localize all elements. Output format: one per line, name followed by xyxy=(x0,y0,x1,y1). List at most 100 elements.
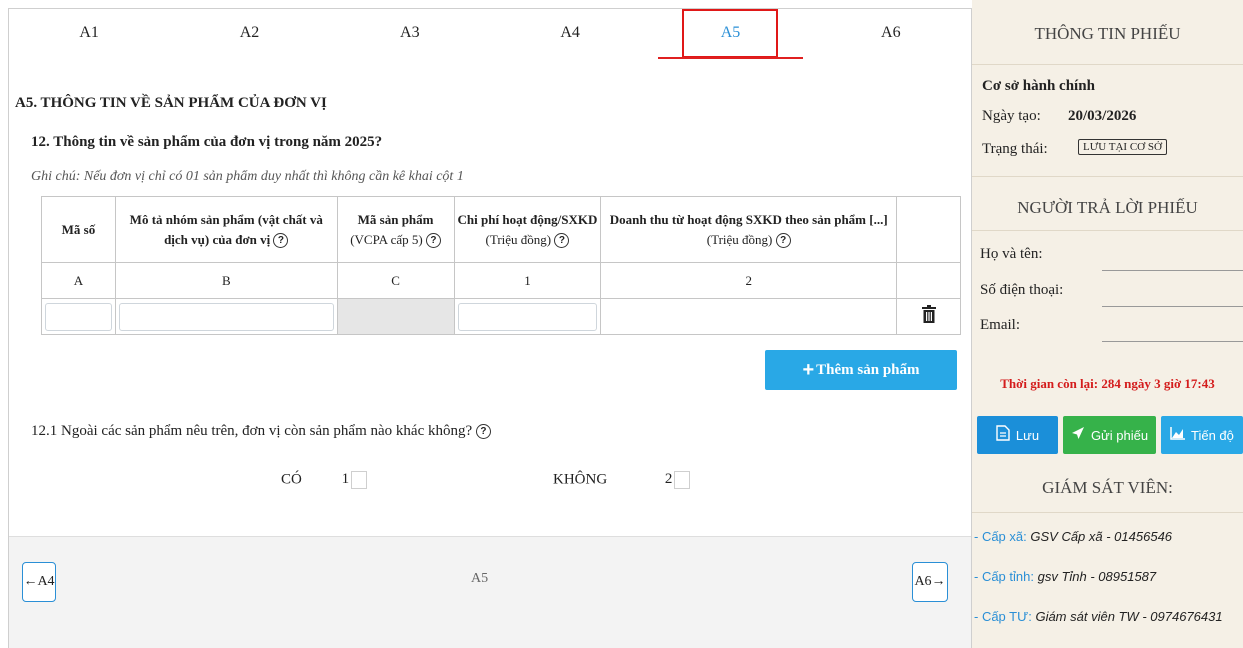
tab-a6[interactable]: A6 xyxy=(811,9,971,59)
sidebar: THÔNG TIN PHIẾU Cơ sở hành chính Ngày tạ… xyxy=(972,0,1243,648)
header-ma-so: Mã số xyxy=(41,196,116,263)
divider xyxy=(972,64,1243,65)
tab-label: A4 xyxy=(560,24,580,41)
sidebar-title: THÔNG TIN PHIẾU xyxy=(1034,24,1181,43)
unit-type: Cơ sở hành chính xyxy=(982,78,1095,94)
ma-san-pham-cell xyxy=(336,298,455,335)
section-title: A5. THÔNG TIN VỀ SẢN PHẨM CỦA ĐƠN VỊ xyxy=(15,95,327,111)
table-row xyxy=(41,298,961,335)
email-label: Email: xyxy=(980,317,1020,333)
ma-so-cell xyxy=(41,298,116,335)
ma-so-input[interactable] xyxy=(45,302,112,331)
supervisor-central: - Cấp TƯ: Giám sát viên TW - 0974676431 xyxy=(974,609,1223,624)
header-chi-phi: Chi phí hoạt động/SXKD (Triệu đồng) ? xyxy=(453,196,602,263)
name-field[interactable] xyxy=(1102,270,1243,271)
option-khong: KHÔNG 2 xyxy=(553,471,691,489)
created-value: 20/03/2026 xyxy=(1068,108,1137,124)
code-cell: C xyxy=(336,262,455,299)
header-doanh-thu: Doanh thu từ hoạt động SXKD theo sản phẩ… xyxy=(600,196,898,263)
table-code-row: A B C 1 2 xyxy=(41,262,961,299)
divider xyxy=(972,176,1243,177)
tab-label: A6 xyxy=(881,24,901,41)
supervisor-value: gsv Tỉnh - 08951587 xyxy=(1037,569,1157,584)
option-code: 2 xyxy=(664,471,673,488)
help-icon[interactable]: ? xyxy=(273,233,289,249)
product-table: Mã số Mô tả nhóm sản phẩm (vật chất và d… xyxy=(41,196,961,335)
header-actions xyxy=(896,196,961,263)
plus-icon: + xyxy=(802,358,815,381)
add-product-button[interactable]: + Thêm sản phẩm xyxy=(765,350,957,390)
chi-phi-cell xyxy=(453,298,602,335)
email-field[interactable] xyxy=(1102,341,1243,342)
header-ma-san-pham: Mã sản phẩm (VCPA cấp 5) ? xyxy=(336,196,455,263)
status-row: Trạng thái: LƯU TẠI CƠ SỞ xyxy=(982,139,1167,158)
doanh-thu-cell[interactable] xyxy=(600,298,898,335)
option-label: CÓ xyxy=(281,471,302,488)
trash-icon[interactable] xyxy=(921,305,936,327)
tab-a5[interactable]: A5 xyxy=(650,9,810,59)
divider xyxy=(972,230,1243,231)
delete-cell xyxy=(896,298,961,335)
chart-icon xyxy=(1170,426,1185,444)
option-khong-checkbox[interactable] xyxy=(674,471,691,489)
progress-button[interactable]: Tiến độ xyxy=(1161,416,1243,454)
code-cell: 2 xyxy=(600,262,898,299)
created-row: Ngày tạo: 20/03/2026 xyxy=(982,108,1136,125)
code-cell: 1 xyxy=(453,262,602,299)
help-icon[interactable]: ? xyxy=(425,233,441,249)
supervisor-label: - Cấp tỉnh: xyxy=(974,569,1034,584)
active-tab-highlight xyxy=(682,9,779,58)
document-icon xyxy=(996,425,1010,445)
code-cell xyxy=(896,262,961,299)
supervisor-label: - Cấp TƯ: xyxy=(974,609,1032,624)
question-12-1: 12.1 Ngoài các sản phẩm nêu trên, đơn vị… xyxy=(31,423,491,440)
help-icon[interactable]: ? xyxy=(475,424,491,440)
supervisor-label: - Cấp xã: xyxy=(974,529,1027,544)
help-icon[interactable]: ? xyxy=(775,233,791,249)
mo-ta-input[interactable] xyxy=(118,302,334,331)
supervisor-value: Giám sát viên TW - 0974676431 xyxy=(1035,609,1223,624)
divider xyxy=(972,512,1243,513)
supervisor-province: - Cấp tỉnh: gsv Tỉnh - 08951587 xyxy=(974,569,1156,584)
tab-label: A3 xyxy=(400,24,420,41)
prev-section-button[interactable]: ←A4 xyxy=(22,562,56,602)
code-cell: A xyxy=(41,262,116,299)
send-button[interactable]: Gửi phiếu xyxy=(1063,416,1156,454)
status-badge: LƯU TẠI CƠ SỞ xyxy=(1078,139,1167,155)
respondent-title: NGƯỜI TRẢ LỜI PHIẾU xyxy=(1017,198,1198,217)
tab-a1[interactable]: A1 xyxy=(9,9,169,59)
phone-label: Số điện thoại: xyxy=(980,282,1064,298)
code-cell: B xyxy=(114,262,338,299)
current-section-label: A5 xyxy=(471,571,489,586)
tab-a4[interactable]: A4 xyxy=(490,9,650,59)
tab-label: A2 xyxy=(239,24,260,41)
chi-phi-input[interactable] xyxy=(457,302,598,331)
tab-a2[interactable]: A2 xyxy=(169,9,329,59)
option-co-checkbox[interactable] xyxy=(351,471,368,489)
phone-field[interactable] xyxy=(1102,306,1243,307)
option-co: CÓ 1 xyxy=(281,471,368,489)
table-header-row: Mã số Mô tả nhóm sản phẩm (vật chất và d… xyxy=(41,196,961,263)
option-code: 1 xyxy=(341,471,350,488)
countdown-timer: Thời gian còn lại: 284 ngày 3 giờ 17:43 xyxy=(1000,376,1215,391)
supervisor-value: GSV Cấp xã - 01456546 xyxy=(1030,529,1173,544)
next-section-button[interactable]: A6→ xyxy=(912,562,948,602)
send-icon xyxy=(1071,426,1085,444)
section-tabs: A1 A2 A3 A4 A5 A6 xyxy=(9,9,971,59)
active-tab-underline xyxy=(658,57,803,59)
page-footer: ←A4 A5 A6→ xyxy=(9,536,971,648)
tab-a3[interactable]: A3 xyxy=(330,9,490,59)
header-mo-ta: Mô tả nhóm sản phẩm (vật chất và dịch vụ… xyxy=(114,196,338,263)
save-button[interactable]: Lưu xyxy=(977,416,1058,454)
help-icon[interactable]: ? xyxy=(554,233,570,249)
save-label: Lưu xyxy=(1015,427,1040,443)
supervisor-title: GIÁM SÁT VIÊN: xyxy=(1042,478,1173,497)
mo-ta-cell xyxy=(114,298,338,335)
note-text: Ghi chú: Nếu đơn vị chỉ có 01 sản phẩm d… xyxy=(31,169,464,184)
tab-label: A1 xyxy=(79,24,99,41)
question-12-1-text: 12.1 Ngoài các sản phẩm nêu trên, đơn vị… xyxy=(31,423,473,439)
progress-label: Tiến độ xyxy=(1191,427,1234,443)
question-12: 12. Thông tin về sản phẩm của đơn vị tro… xyxy=(31,134,383,150)
add-product-label: Thêm sản phẩm xyxy=(816,361,920,378)
supervisor-commune: - Cấp xã: GSV Cấp xã - 01456546 xyxy=(974,529,1172,544)
